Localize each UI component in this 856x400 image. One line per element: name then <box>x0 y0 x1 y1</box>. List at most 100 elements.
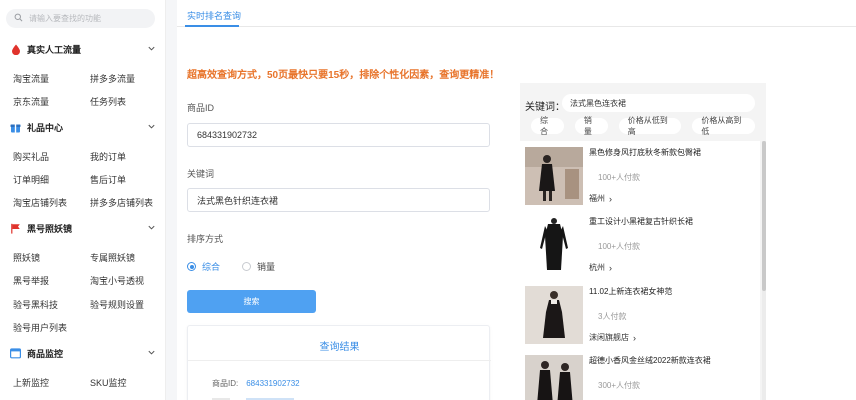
product-location: 福州 › <box>589 193 612 204</box>
location-text: 沫闲旗舰店 <box>589 333 629 342</box>
tab-bar: 实时排名查询 <box>177 0 856 27</box>
result-value[interactable]: 684331902732 <box>246 379 299 388</box>
sidebar-item-jd-traffic[interactable]: 京东流量 <box>13 95 49 108</box>
chip-price-desc[interactable]: 价格从高到低 <box>692 116 755 136</box>
product-item[interactable]: 重工设计小黑裙复古针织长裙 100+人付款 杭州 › <box>525 212 758 274</box>
section-title: 礼品中心 <box>27 122 64 133</box>
sidebar-item-taobao-shops[interactable]: 淘宝店铺列表 <box>13 196 67 209</box>
product-id-label: 商品ID <box>187 103 215 113</box>
main-content: 实时排名查询 超高效查询方式，50页最快只要15秒，排除个性化因素，查询更精准！… <box>177 0 856 400</box>
product-sold: 3人付款 <box>598 312 627 321</box>
product-name: 超德小香风金丝绒2022新款连衣裙 <box>589 356 711 365</box>
search-button[interactable]: 搜索 <box>187 290 316 313</box>
sidebar-item-verify-tech[interactable]: 验号黑科技 <box>13 298 58 311</box>
sidebar-item-taobao-traffic[interactable]: 淘宝流量 <box>13 72 49 85</box>
sidebar: 请输入要查找的功能 真实人工流量 淘宝流量 拼多多流量 京东流量 任务列表 礼品… <box>0 0 166 400</box>
sidebar-item-task-list[interactable]: 任务列表 <box>90 95 126 108</box>
product-item[interactable]: 11.02上新连衣裙女神范 3人付款 沫闲旗舰店 › <box>525 282 758 344</box>
product-sold: 100+人付款 <box>598 173 641 182</box>
product-image <box>525 147 583 205</box>
section-title: 真实人工流量 <box>27 44 82 55</box>
sidebar-item-buy-gift[interactable]: 购买礼品 <box>13 150 49 163</box>
location-text: 杭州 <box>589 263 605 272</box>
sidebar-item-verify-rules[interactable]: 验号规则设置 <box>90 298 144 311</box>
sidebar-item-account-perspective[interactable]: 淘宝小号透视 <box>90 274 144 287</box>
section-black-mirror[interactable]: 黑号照妖镜 <box>0 219 165 237</box>
sidebar-item-after-sales[interactable]: 售后订单 <box>90 173 126 186</box>
sidebar-item-pdd-shops[interactable]: 拼多多店铺列表 <box>90 196 153 209</box>
sidebar-item-pdd-traffic[interactable]: 拼多多流量 <box>90 72 135 85</box>
divider <box>188 360 491 361</box>
chip-overall[interactable]: 综合 <box>531 116 564 136</box>
chevron-right-icon: › <box>633 332 636 343</box>
scrollbar[interactable] <box>762 141 766 400</box>
preview-keyword-value: 法式黑色连衣裙 <box>570 98 626 108</box>
sort-radio-sales[interactable]: 销量 <box>242 260 275 273</box>
preview-keyword-box[interactable]: 法式黑色连衣裙 <box>562 94 755 112</box>
product-name: 黑色修身风打底秋冬新款包臀裙 <box>589 148 701 157</box>
product-name: 重工设计小黑裙复古针织长裙 <box>589 217 693 226</box>
sort-chips: 综合 销量 价格从低到高 价格从高到低 <box>531 116 766 136</box>
chevron-down-icon <box>148 350 155 355</box>
product-item[interactable]: 黑色修身风打底秋冬新款包臀裙 100+人付款 福州 › <box>525 143 758 205</box>
result-row: 商品ID: 684331902732 <box>212 378 300 389</box>
result-key: 商品ID: <box>212 379 239 388</box>
sort-radio-overall[interactable]: 综合 <box>187 260 220 273</box>
tab-realtime-rank[interactable]: 实时排名查询 <box>187 9 241 22</box>
product-sold: 300+人付款 <box>598 381 641 390</box>
product-item[interactable]: 超德小香风金丝绒2022新款连衣裙 300+人付款 <box>525 351 758 400</box>
result-title: 查询结果 <box>319 342 360 353</box>
product-image <box>525 355 583 400</box>
drop-icon <box>10 44 21 55</box>
sort-radio-group: 综合 销量 <box>187 260 297 273</box>
product-name: 11.02上新连衣裙女神范 <box>589 287 673 296</box>
product-sold: 100+人付款 <box>598 242 641 251</box>
page-headline: 超高效查询方式，50页最快只要15秒，排除个性化因素，查询更精准！ <box>187 70 500 81</box>
result-row-partial <box>212 396 412 400</box>
product-location: 沫闲旗舰店 › <box>589 332 636 343</box>
sidebar-item-exclusive-mirror[interactable]: 专属照妖镜 <box>90 251 135 264</box>
sidebar-item-mirror[interactable]: 照妖镜 <box>13 251 40 264</box>
keyword-label: 关键词 <box>187 169 215 179</box>
search-input[interactable]: 请输入要查找的功能 <box>29 13 101 24</box>
product-id-input[interactable] <box>187 123 490 147</box>
search-icon <box>14 13 23 24</box>
chevron-down-icon <box>148 124 155 129</box>
sidebar-item-new-monitor[interactable]: 上新监控 <box>13 376 49 389</box>
chevron-down-icon <box>148 46 155 51</box>
product-image <box>525 286 583 344</box>
section-title: 黑号照妖镜 <box>27 223 73 234</box>
result-card: 查询结果 商品ID: 684331902732 <box>187 325 491 400</box>
section-title: 商品监控 <box>27 348 64 359</box>
sidebar-item-order-details[interactable]: 订单明细 <box>13 173 49 186</box>
chevron-right-icon: › <box>609 262 612 273</box>
sidebar-item-my-orders[interactable]: 我的订单 <box>90 150 126 163</box>
section-real-traffic[interactable]: 真实人工流量 <box>0 40 165 58</box>
scrollbar-thumb[interactable] <box>762 141 766 291</box>
chip-sales[interactable]: 销量 <box>574 116 608 136</box>
chevron-right-icon: › <box>609 193 612 204</box>
monitor-icon <box>10 347 21 359</box>
tab-active-indicator <box>185 25 239 27</box>
product-list: 黑色修身风打底秋冬新款包臀裙 100+人付款 福州 › 重工设计小黑裙复古针织长裙… <box>520 141 760 400</box>
sidebar-item-sku-monitor[interactable]: SKU监控 <box>90 376 127 389</box>
mobile-preview-panel: 关键词： 法式黑色连衣裙 综合 销量 价格从低到高 价格从高到低 黑色修身风打底… <box>520 83 766 400</box>
keyword-input[interactable] <box>187 188 490 212</box>
sidebar-item-verify-users[interactable]: 验号用户列表 <box>13 321 67 334</box>
radio-label: 综合 <box>202 262 221 272</box>
preview-keyword-label: 关键词： <box>525 102 565 113</box>
product-location: 杭州 › <box>589 262 612 273</box>
sidebar-item-report[interactable]: 黑号举报 <box>13 274 49 287</box>
chip-price-asc[interactable]: 价格从低到高 <box>618 116 682 136</box>
location-text: 福州 <box>589 194 605 203</box>
radio-dot <box>242 262 252 271</box>
flag-icon <box>10 223 21 234</box>
radio-dot <box>187 262 196 271</box>
chevron-down-icon <box>148 225 155 230</box>
section-gift-center[interactable]: 礼品中心 <box>0 118 165 136</box>
section-product-monitor[interactable]: 商品监控 <box>0 344 165 362</box>
product-image <box>525 216 583 274</box>
sort-label: 排序方式 <box>187 234 224 244</box>
search-box[interactable]: 请输入要查找的功能 <box>6 9 155 28</box>
radio-label: 销量 <box>257 262 276 272</box>
